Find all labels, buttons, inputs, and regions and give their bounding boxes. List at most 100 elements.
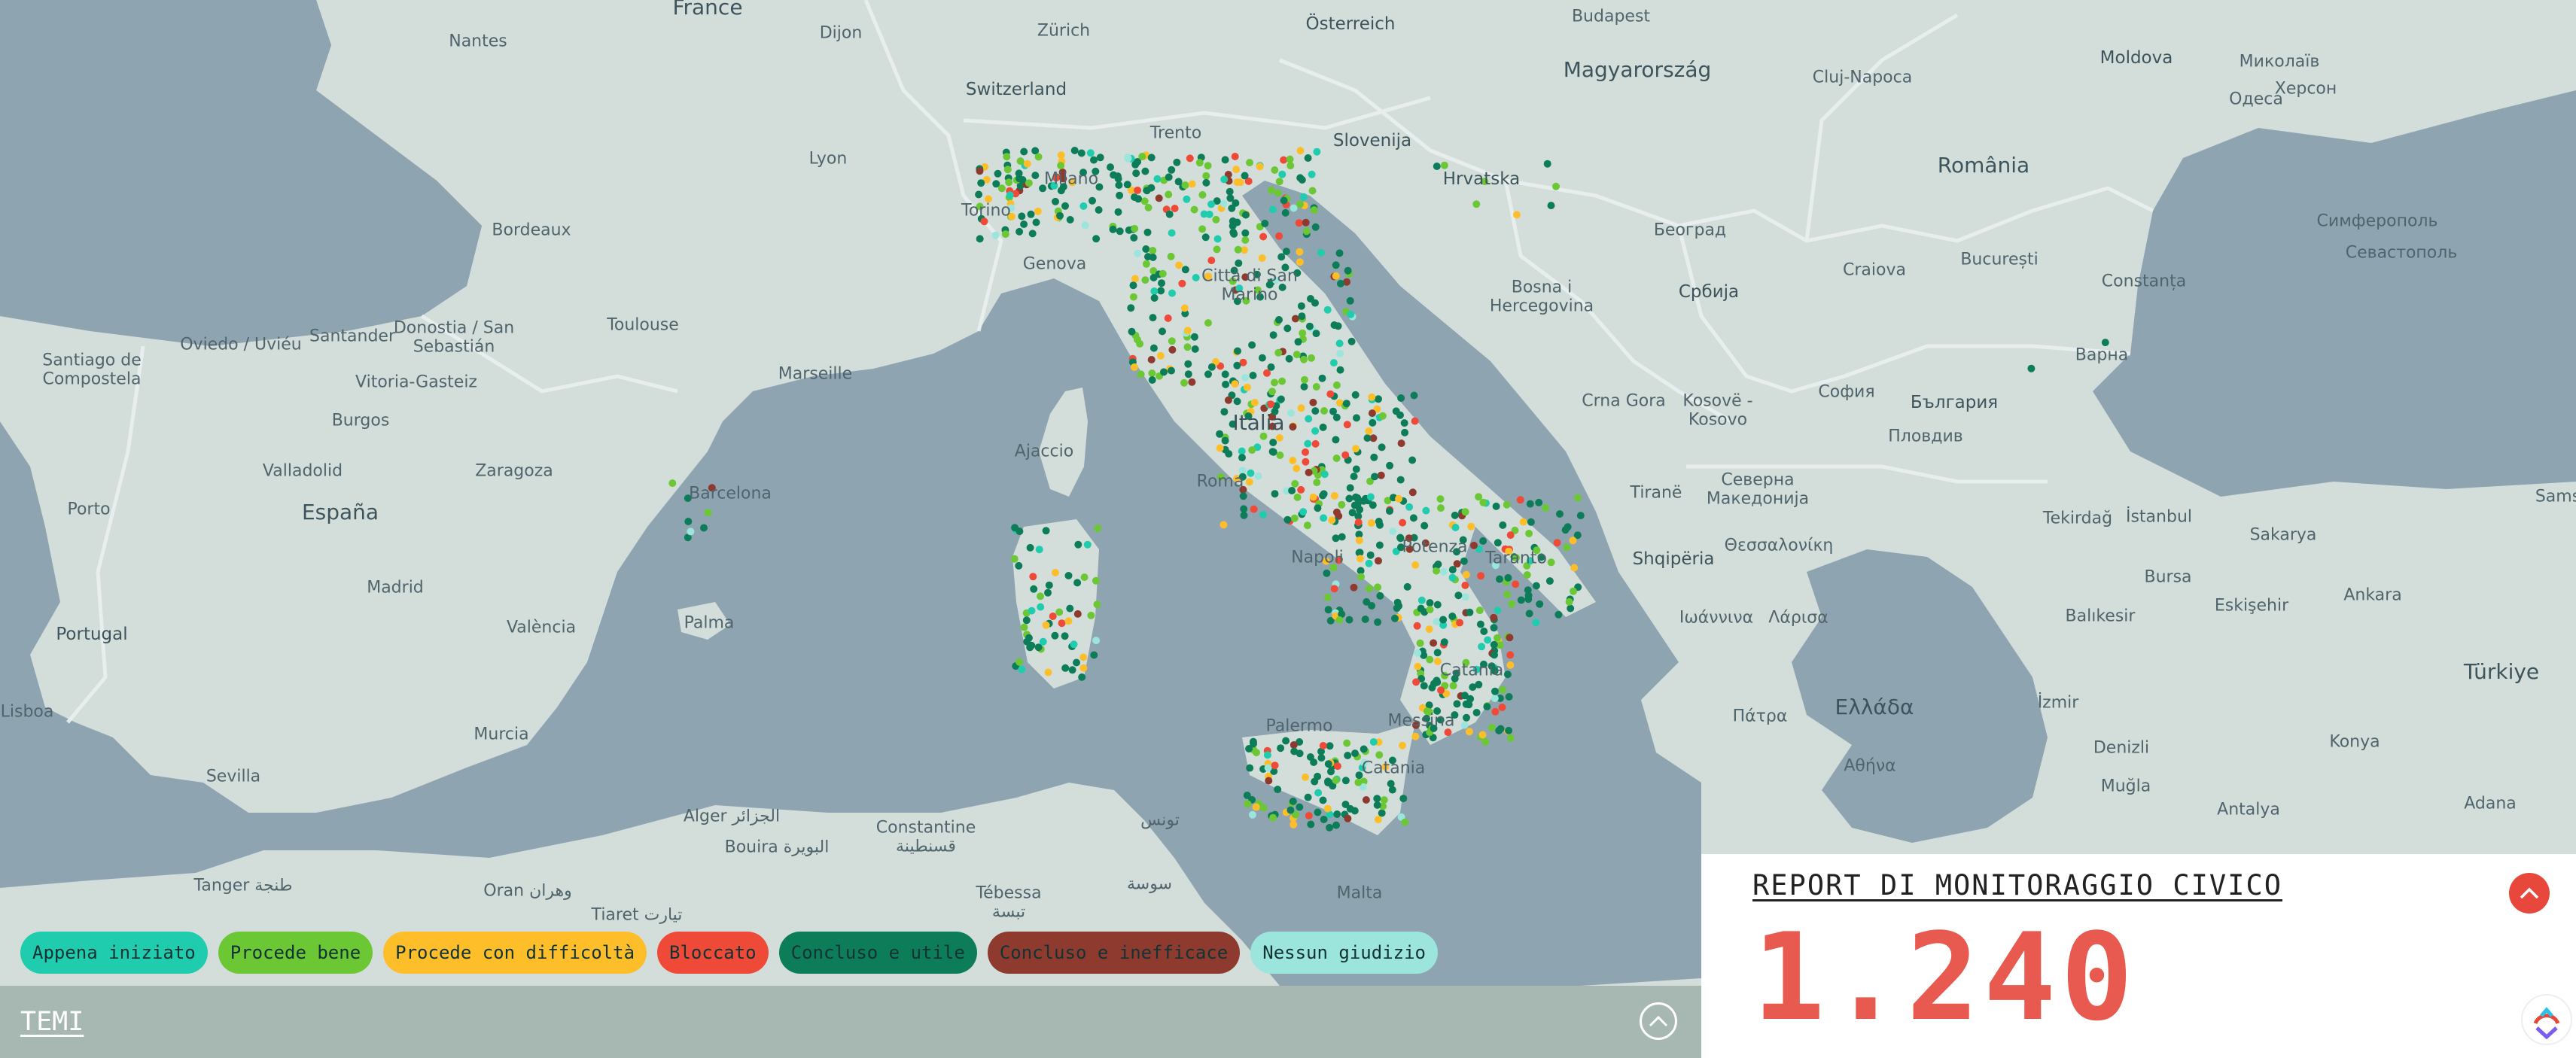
project-marker[interactable]: [1198, 191, 1207, 199]
project-marker[interactable]: [1333, 762, 1341, 771]
project-marker[interactable]: [1318, 374, 1326, 382]
project-marker[interactable]: [1350, 583, 1358, 591]
project-marker[interactable]: [1412, 678, 1420, 686]
project-marker[interactable]: [1524, 586, 1532, 594]
project-marker[interactable]: [1042, 621, 1050, 629]
project-marker[interactable]: [1269, 813, 1277, 822]
project-marker[interactable]: [1328, 516, 1336, 524]
project-marker[interactable]: [1320, 407, 1328, 415]
project-marker[interactable]: [1491, 687, 1499, 695]
project-marker[interactable]: [1475, 607, 1484, 615]
project-marker[interactable]: [1092, 637, 1101, 645]
project-marker[interactable]: [1293, 351, 1301, 359]
project-marker[interactable]: [1439, 616, 1448, 624]
project-marker[interactable]: [1479, 537, 1487, 545]
project-marker[interactable]: [1079, 653, 1088, 661]
project-marker[interactable]: [1034, 207, 1042, 215]
project-marker[interactable]: [1143, 228, 1152, 236]
project-marker[interactable]: [1079, 664, 1088, 672]
project-marker[interactable]: [1302, 773, 1309, 781]
project-marker[interactable]: [1476, 620, 1484, 628]
project-marker[interactable]: [1504, 573, 1512, 582]
project-marker[interactable]: [1346, 296, 1354, 305]
project-marker[interactable]: [1327, 768, 1335, 776]
project-marker[interactable]: [1302, 458, 1310, 466]
project-marker[interactable]: [1368, 409, 1376, 418]
project-marker[interactable]: [1191, 345, 1199, 353]
project-marker[interactable]: [1487, 723, 1496, 731]
temi-link[interactable]: TEMI: [20, 1007, 84, 1037]
project-marker[interactable]: [994, 169, 1002, 178]
project-marker[interactable]: [1437, 504, 1445, 512]
project-marker[interactable]: [1561, 526, 1570, 534]
project-marker[interactable]: [1188, 180, 1196, 188]
project-marker[interactable]: [1395, 494, 1403, 503]
project-marker[interactable]: [1352, 445, 1360, 453]
project-marker[interactable]: [1216, 430, 1224, 438]
project-marker[interactable]: [1180, 304, 1189, 312]
project-marker[interactable]: [1248, 810, 1256, 819]
project-marker[interactable]: [1420, 682, 1428, 690]
project-marker[interactable]: [1253, 749, 1260, 757]
project-marker[interactable]: [1290, 204, 1298, 212]
project-marker[interactable]: [1267, 400, 1275, 409]
project-marker[interactable]: [1422, 506, 1430, 515]
project-marker[interactable]: [1220, 175, 1229, 184]
project-marker[interactable]: [1277, 395, 1285, 403]
project-marker[interactable]: [1149, 344, 1158, 352]
project-marker[interactable]: [1109, 225, 1117, 233]
project-marker[interactable]: [1018, 212, 1026, 220]
project-marker[interactable]: [1259, 804, 1268, 812]
project-marker[interactable]: [1430, 639, 1438, 647]
project-marker[interactable]: [1168, 366, 1175, 375]
report-title[interactable]: REPORT DI MONITORAGGIO CIVICO: [1752, 869, 2282, 901]
project-marker[interactable]: [1417, 604, 1425, 613]
project-marker[interactable]: [1158, 279, 1165, 287]
project-marker[interactable]: [1547, 202, 1555, 210]
project-marker[interactable]: [1461, 581, 1469, 589]
project-marker[interactable]: [1426, 599, 1434, 607]
project-marker[interactable]: [1263, 751, 1271, 759]
project-marker[interactable]: [1243, 792, 1251, 799]
project-marker[interactable]: [1229, 228, 1238, 236]
project-marker[interactable]: [1224, 396, 1232, 404]
project-marker[interactable]: [1250, 740, 1257, 748]
project-marker[interactable]: [1092, 576, 1100, 585]
project-marker[interactable]: [1134, 195, 1143, 203]
project-marker[interactable]: [1247, 469, 1255, 477]
project-marker[interactable]: [1375, 557, 1382, 565]
project-marker[interactable]: [1168, 337, 1176, 345]
project-marker[interactable]: [1391, 614, 1399, 622]
project-marker[interactable]: [1332, 821, 1340, 829]
project-marker[interactable]: [1345, 616, 1353, 624]
project-marker[interactable]: [1183, 343, 1192, 351]
project-marker[interactable]: [1079, 202, 1088, 210]
project-marker[interactable]: [1131, 275, 1139, 283]
project-marker[interactable]: [1357, 573, 1365, 581]
project-marker[interactable]: [1366, 493, 1375, 501]
project-marker[interactable]: [1296, 248, 1304, 256]
project-marker[interactable]: [1198, 225, 1207, 233]
project-marker[interactable]: [1274, 786, 1282, 794]
project-marker[interactable]: [1356, 555, 1364, 563]
project-marker[interactable]: [1416, 639, 1424, 647]
project-marker[interactable]: [1574, 494, 1582, 502]
project-marker[interactable]: [1296, 200, 1304, 208]
project-marker[interactable]: [1298, 312, 1306, 321]
project-marker[interactable]: [1204, 162, 1212, 170]
project-marker[interactable]: [1532, 619, 1540, 627]
project-marker[interactable]: [1275, 433, 1283, 442]
project-marker[interactable]: [1361, 616, 1369, 623]
project-marker[interactable]: [1250, 399, 1259, 406]
project-marker[interactable]: [1003, 166, 1012, 174]
project-marker[interactable]: [1289, 423, 1297, 431]
project-marker[interactable]: [1184, 370, 1192, 379]
project-marker[interactable]: [1220, 408, 1229, 416]
project-marker[interactable]: [977, 179, 985, 187]
project-marker[interactable]: [1018, 665, 1026, 673]
project-marker[interactable]: [1216, 444, 1224, 452]
project-marker[interactable]: [1545, 577, 1554, 585]
project-marker[interactable]: [1503, 591, 1512, 599]
project-marker[interactable]: [1028, 607, 1036, 615]
project-marker[interactable]: [1506, 634, 1514, 642]
